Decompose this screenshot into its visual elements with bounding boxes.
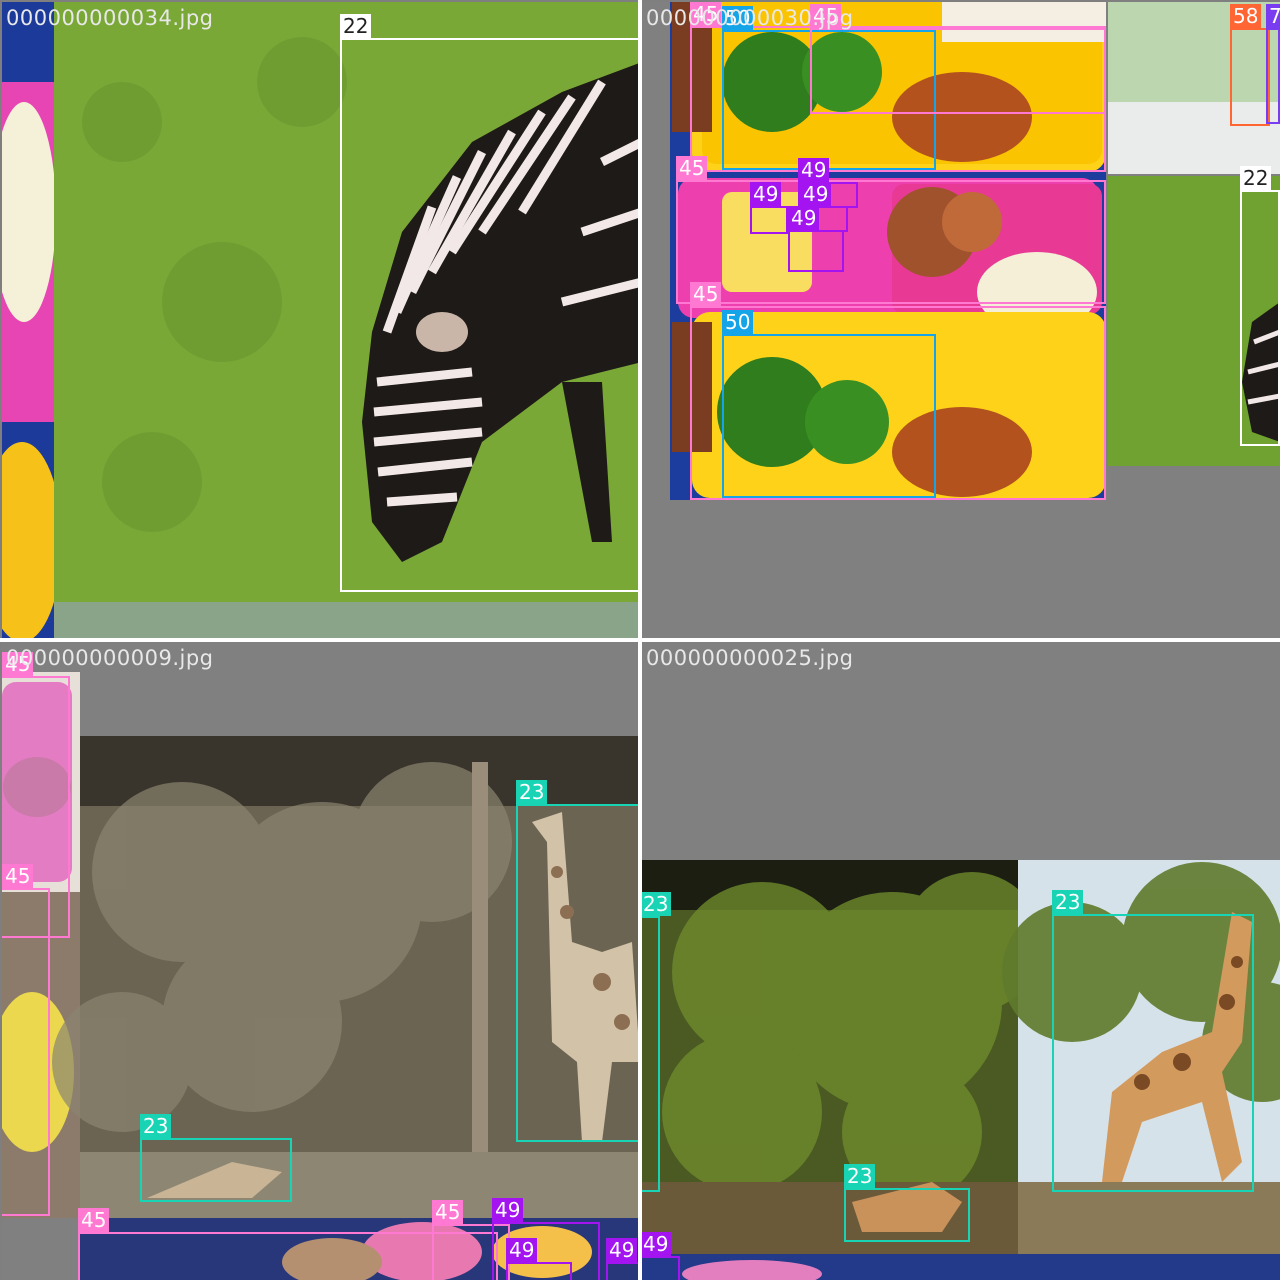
mosaic-tile-bottom-right: 000000000025.jpg 23 23 23 49 bbox=[642, 642, 1280, 1280]
detection-label: 45 bbox=[676, 156, 708, 180]
detection-box: 23 bbox=[516, 780, 640, 1142]
detection-label: 50 bbox=[722, 310, 754, 334]
detection-box: 50 bbox=[722, 310, 936, 498]
image-filename: 000000000025.jpg bbox=[646, 646, 854, 670]
detection-box: 23 bbox=[1052, 890, 1254, 1192]
detection-box: 45 bbox=[810, 4, 1106, 114]
detection-box: 49 bbox=[788, 206, 844, 272]
detection-label: 22 bbox=[340, 14, 372, 38]
detection-box: 23 bbox=[140, 1114, 292, 1202]
detection-label: 23 bbox=[516, 780, 548, 804]
detection-label: 45 bbox=[78, 1208, 110, 1232]
detection-box: 49 bbox=[506, 1238, 572, 1280]
detection-label: 49 bbox=[798, 158, 830, 182]
detection-label: 75 bbox=[1266, 4, 1280, 28]
detection-label: 23 bbox=[844, 1164, 876, 1188]
detection-label: 58 bbox=[1230, 4, 1262, 28]
detection-label: 45 bbox=[2, 864, 34, 888]
detection-label: 49 bbox=[506, 1238, 538, 1262]
detection-box: 23 bbox=[844, 1164, 970, 1242]
detection-box: 75 bbox=[1266, 4, 1280, 124]
image-filename: 000000000009.jpg bbox=[6, 646, 214, 670]
detection-label: 49 bbox=[750, 182, 782, 206]
detection-label: 45 bbox=[432, 1200, 464, 1224]
detection-label: 49 bbox=[642, 1232, 672, 1256]
detection-box: 49 bbox=[642, 1232, 680, 1280]
detection-label: 49 bbox=[606, 1238, 638, 1262]
detection-box: 49 bbox=[750, 182, 788, 234]
image-filename: 000000000034.jpg bbox=[6, 6, 214, 30]
detection-label: 45 bbox=[690, 282, 722, 306]
detection-label: 49 bbox=[788, 206, 820, 230]
mosaic-divider-vertical bbox=[638, 0, 642, 1280]
detection-box: 49 bbox=[606, 1238, 640, 1280]
image-filename: 000000000030.jpg bbox=[646, 6, 854, 30]
detection-label: 23 bbox=[140, 1114, 172, 1138]
mosaic-tile-top-right: 000000000030.jpg 45 50 45 45 49 49 49 49… bbox=[642, 2, 1280, 640]
detection-box: 22 bbox=[1240, 166, 1280, 446]
detection-box: 45 bbox=[676, 156, 1106, 304]
detection-label: 49 bbox=[492, 1198, 524, 1222]
detection-label: 22 bbox=[1240, 166, 1272, 190]
detection-label: 23 bbox=[642, 892, 672, 916]
detection-label: 23 bbox=[1052, 890, 1084, 914]
detection-box: 58 bbox=[1230, 4, 1270, 126]
mosaic-tile-top-left: 000000000034.jpg 22 bbox=[2, 2, 640, 640]
detection-box: 22 bbox=[340, 14, 640, 592]
detection-box: 45 bbox=[2, 864, 50, 1216]
detection-label: 49 bbox=[800, 182, 832, 206]
detection-box: 23 bbox=[642, 892, 672, 1192]
mosaic-tile-bottom-left: 000000000009.jpg 45 45 23 23 45 45 49 49… bbox=[2, 642, 640, 1280]
